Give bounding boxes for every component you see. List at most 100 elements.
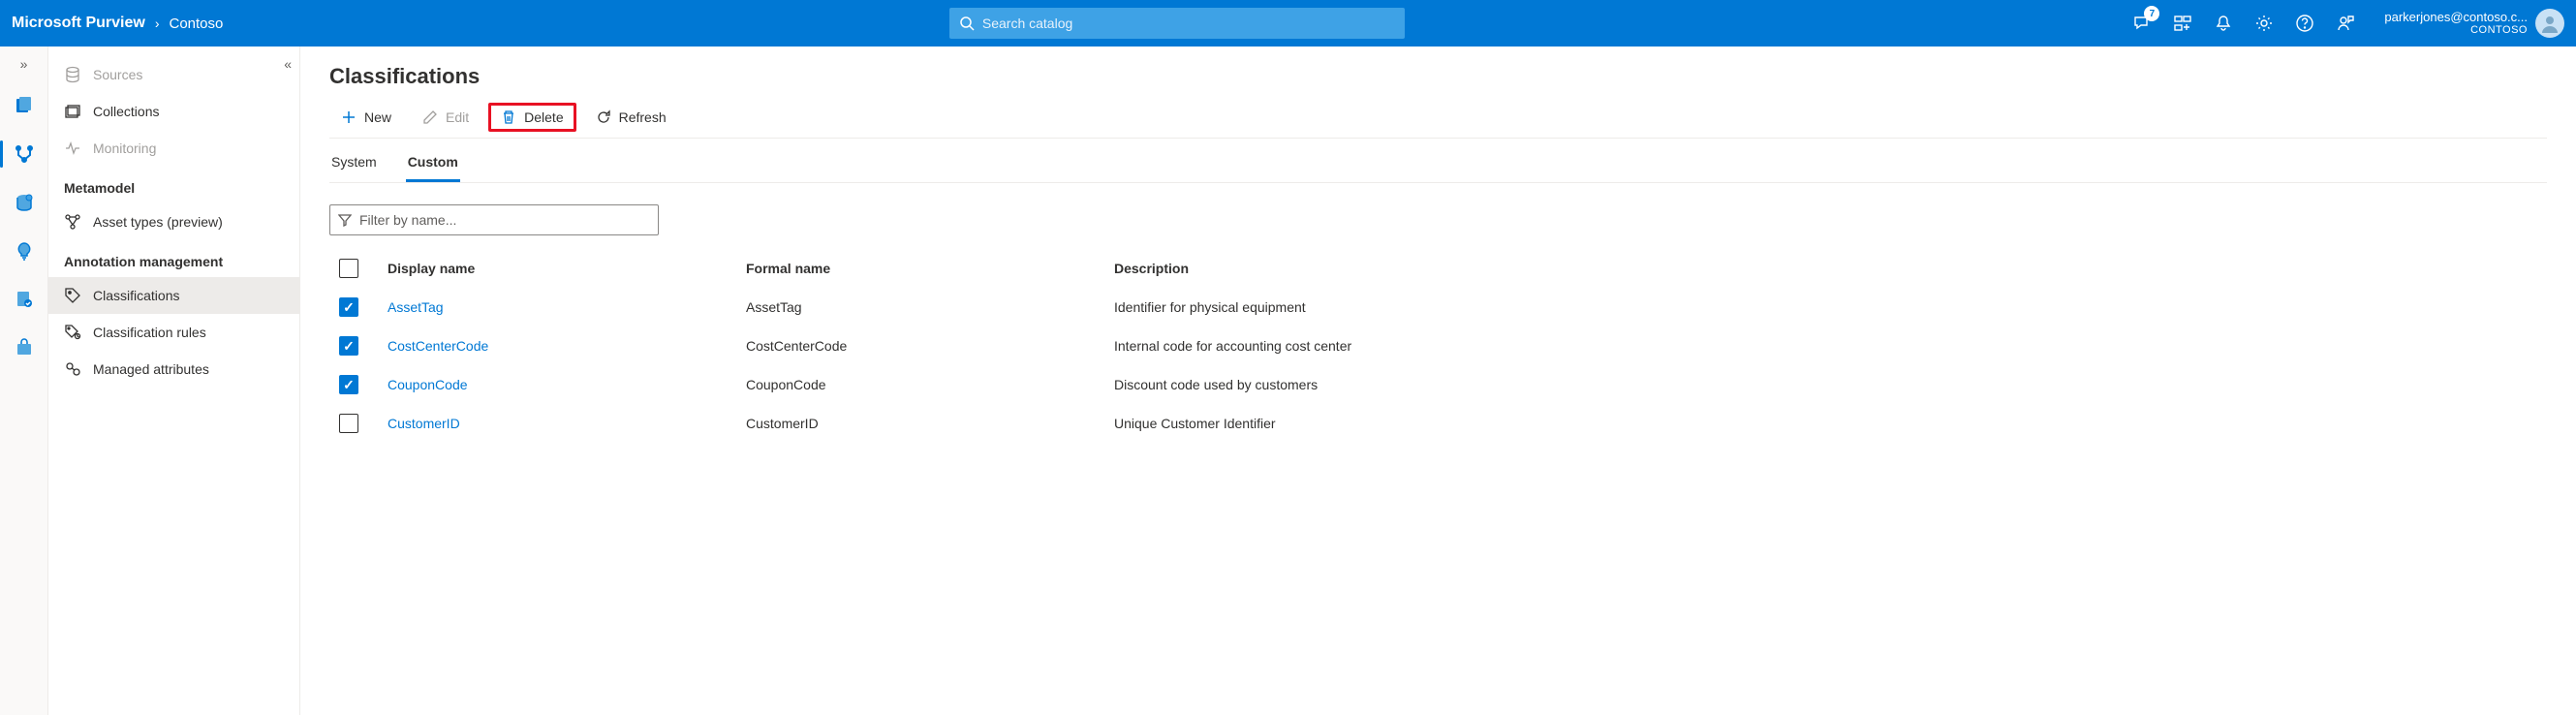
settings-icon[interactable] (2252, 12, 2276, 35)
user-menu[interactable]: parkerjones@contoso.c... CONTOSO (2384, 9, 2564, 38)
rail-item-map[interactable] (5, 135, 44, 173)
main-content: Classifications New Edit Delete Refresh … (300, 47, 2576, 715)
row-formal-name: CouponCode (746, 377, 1114, 392)
row-display-name[interactable]: CostCenterCode (388, 338, 746, 354)
classifications-table: Display name Formal name Description Ass… (329, 249, 2547, 443)
tabs: System Custom (329, 144, 2547, 183)
sidebar-item-label: Monitoring (93, 140, 156, 156)
filter-input[interactable]: Filter by name... (329, 204, 659, 235)
sidebar-item-label: Asset types (preview) (93, 214, 223, 230)
refresh-button[interactable]: Refresh (584, 104, 678, 131)
classification-rules-icon (64, 324, 81, 341)
sidebar-item-label: Collections (93, 104, 159, 119)
table-header: Display name Formal name Description (329, 249, 2547, 288)
row-description: Identifier for physical equipment (1114, 299, 2547, 315)
sidebar-section-metamodel: Metamodel (48, 167, 299, 203)
managed-attributes-icon (64, 360, 81, 378)
table-row[interactable]: CustomerID CustomerID Unique Customer Id… (329, 404, 2547, 443)
new-button[interactable]: New (329, 104, 403, 131)
toolbar: New Edit Delete Refresh (329, 103, 2547, 139)
edit-button: Edit (411, 104, 481, 131)
row-display-name[interactable]: AssetTag (388, 299, 746, 315)
select-all-checkbox[interactable] (339, 259, 358, 278)
user-text: parkerjones@contoso.c... CONTOSO (2384, 10, 2528, 38)
rail-item-policy[interactable] (5, 280, 44, 319)
col-description[interactable]: Description (1114, 261, 2547, 276)
rail-item-management[interactable] (5, 328, 44, 367)
page-title: Classifications (329, 64, 2547, 89)
delete-button[interactable]: Delete (488, 103, 575, 132)
row-formal-name: CustomerID (746, 416, 1114, 431)
rail-expand-icon[interactable]: » (20, 56, 28, 72)
user-org: CONTOSO (2384, 24, 2528, 37)
person-feedback-icon[interactable] (2334, 12, 2357, 35)
row-description: Discount code used by customers (1114, 377, 2547, 392)
table-row[interactable]: CostCenterCode CostCenterCode Internal c… (329, 326, 2547, 365)
app-header: Microsoft Purview › Contoso Search catal… (0, 0, 2576, 47)
delete-label: Delete (524, 109, 563, 125)
breadcrumb-separator-icon: › (155, 16, 160, 31)
sidebar-item-asset-types[interactable]: Asset types (preview) (48, 203, 299, 240)
notifications-icon[interactable] (2212, 12, 2235, 35)
sidebar-section-annotation: Annotation management (48, 240, 299, 277)
rail-item-data[interactable] (5, 86, 44, 125)
col-formal[interactable]: Formal name (746, 261, 1114, 276)
sidebar-collapse-icon[interactable]: « (284, 56, 292, 72)
edit-label: Edit (446, 109, 469, 125)
sidebar-item-monitoring[interactable]: Monitoring (48, 130, 299, 167)
classifications-icon (64, 287, 81, 304)
table-row[interactable]: AssetTag AssetTag Identifier for physica… (329, 288, 2547, 326)
refresh-icon (596, 109, 611, 125)
rail-item-scan[interactable] (5, 183, 44, 222)
table-row[interactable]: CouponCode CouponCode Discount code used… (329, 365, 2547, 404)
sidebar-item-sources[interactable]: Sources (48, 56, 299, 93)
help-icon[interactable] (2293, 12, 2316, 35)
diagnostics-icon[interactable] (2171, 12, 2194, 35)
filter-placeholder: Filter by name... (359, 212, 456, 228)
sidebar-item-label: Managed attributes (93, 361, 209, 377)
brand[interactable]: Microsoft Purview (12, 15, 145, 32)
plus-icon (341, 109, 357, 125)
search-container: Search catalog (223, 8, 2130, 39)
col-display[interactable]: Display name (388, 261, 746, 276)
sources-icon (64, 66, 81, 83)
row-formal-name: AssetTag (746, 299, 1114, 315)
notification-badge: 7 (2144, 6, 2159, 21)
row-description: Internal code for accounting cost center (1114, 338, 2547, 354)
sidebar-item-classifications[interactable]: Classifications (48, 277, 299, 314)
new-label: New (364, 109, 391, 125)
monitoring-icon (64, 140, 81, 157)
refresh-label: Refresh (619, 109, 667, 125)
header-actions: 7 parkerjones@contoso.c... CONTOSO (2130, 9, 2564, 38)
sidebar-item-label: Sources (93, 67, 142, 82)
row-checkbox[interactable] (339, 336, 358, 356)
sidebar-item-label: Classification rules (93, 325, 206, 340)
sidebar-item-collections[interactable]: Collections (48, 93, 299, 130)
row-description: Unique Customer Identifier (1114, 416, 2547, 431)
row-display-name[interactable]: CouponCode (388, 377, 746, 392)
sidebar-item-label: Classifications (93, 288, 179, 303)
sidebar-item-classification-rules[interactable]: Classification rules (48, 314, 299, 351)
avatar[interactable] (2535, 9, 2564, 38)
sidebar-item-managed-attributes[interactable]: Managed attributes (48, 351, 299, 388)
collections-icon (64, 103, 81, 120)
row-checkbox[interactable] (339, 375, 358, 394)
filter-icon (338, 213, 352, 227)
breadcrumb[interactable]: Contoso (169, 16, 223, 32)
sidebar: « Sources Collections Monitoring Metamod… (48, 47, 300, 715)
asset-types-icon (64, 213, 81, 231)
feedback-icon[interactable]: 7 (2130, 12, 2154, 35)
tab-system[interactable]: System (329, 144, 379, 182)
row-formal-name: CostCenterCode (746, 338, 1114, 354)
user-email: parkerjones@contoso.c... (2384, 10, 2528, 25)
search-icon (959, 16, 975, 31)
icon-rail: » (0, 47, 48, 715)
delete-icon (501, 109, 516, 125)
search-input[interactable]: Search catalog (949, 8, 1405, 39)
search-placeholder: Search catalog (982, 16, 1072, 31)
rail-item-insights[interactable] (5, 232, 44, 270)
row-checkbox[interactable] (339, 414, 358, 433)
row-checkbox[interactable] (339, 297, 358, 317)
tab-custom[interactable]: Custom (406, 144, 460, 182)
row-display-name[interactable]: CustomerID (388, 416, 746, 431)
